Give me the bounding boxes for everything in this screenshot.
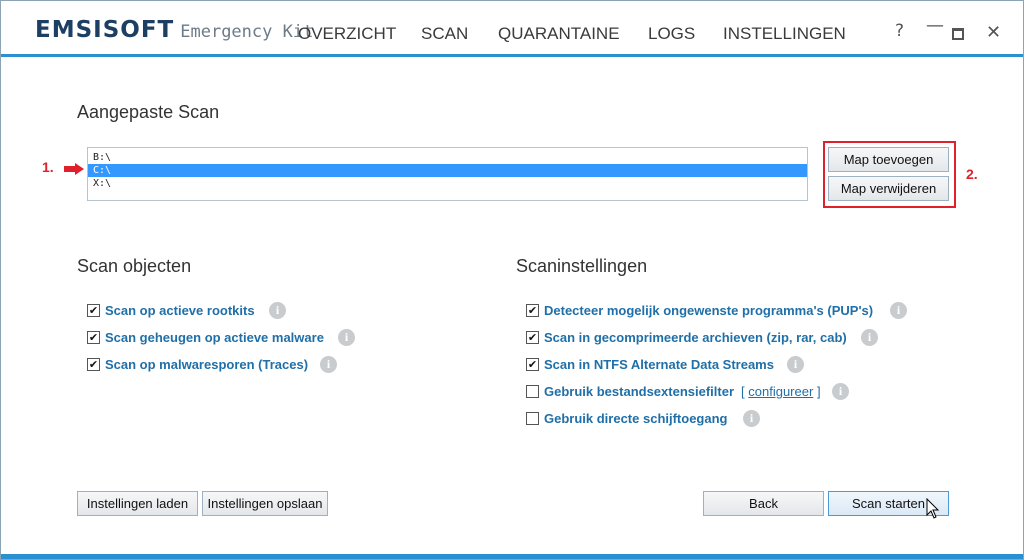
configure-link[interactable]: [ configureer ] [741, 384, 821, 399]
folder-item-x[interactable]: X:\ [88, 177, 807, 190]
pups-checkbox[interactable]: ✔ [526, 303, 539, 317]
folder-item-c[interactable]: C:\ [88, 164, 807, 177]
extension-filter-label[interactable]: Gebruik bestandsextensiefilter [544, 384, 734, 399]
info-icon[interactable]: i [320, 356, 337, 373]
mouse-cursor-icon [926, 498, 940, 519]
traces-checkbox[interactable]: ✔ [87, 357, 100, 371]
option-rootkits: ✔ Scan op actieve rootkits [87, 302, 255, 318]
scan-objects-title: Scan objecten [77, 256, 192, 276]
pups-label[interactable]: Detecteer mogelijk ongewenste programma'… [544, 303, 873, 318]
custom-scan-title: Aangepaste Scan [77, 102, 220, 122]
ads-checkbox[interactable]: ✔ [526, 357, 539, 371]
info-icon[interactable]: i [890, 302, 907, 319]
direct-disk-checkbox[interactable] [526, 411, 539, 425]
load-settings-button[interactable]: Instellingen laden [77, 491, 198, 516]
maximize-button[interactable] [952, 28, 964, 40]
tab-overzicht[interactable]: OVERZICHT [298, 24, 396, 44]
minimize-button[interactable]: — [926, 15, 944, 36]
title-bar: EMSISOFT Emergency Kit OVERZICHT SCAN QUA… [1, 1, 1023, 57]
tab-quarantaine[interactable]: QUARANTAINE [498, 24, 620, 44]
option-pups: ✔ Detecteer mogelijk ongewenste programm… [526, 302, 873, 318]
direct-disk-label[interactable]: Gebruik directe schijftoegang [544, 411, 728, 426]
rootkits-label[interactable]: Scan op actieve rootkits [105, 303, 255, 318]
annotation-arrow-icon [64, 163, 84, 175]
app-logo: EMSISOFT Emergency Kit [35, 17, 313, 43]
archives-label[interactable]: Scan in gecomprimeerde archieven (zip, r… [544, 330, 847, 345]
info-icon[interactable]: i [338, 329, 355, 346]
save-settings-button[interactable]: Instellingen opslaan [202, 491, 328, 516]
add-folder-button[interactable]: Map toevoegen [828, 147, 949, 172]
bottom-accent-bar [1, 554, 1023, 559]
info-icon[interactable]: i [861, 329, 878, 346]
ads-label[interactable]: Scan in NTFS Alternate Data Streams [544, 357, 774, 372]
option-memory: ✔ Scan geheugen op actieve malware [87, 329, 324, 345]
annotation-2-label: 2. [966, 166, 978, 182]
close-button[interactable]: ✕ [986, 22, 1001, 43]
traces-label[interactable]: Scan op malwaresporen (Traces) [105, 357, 308, 372]
annotation-1-label: 1. [42, 159, 54, 175]
option-ads: ✔ Scan in NTFS Alternate Data Streams [526, 356, 774, 372]
scan-settings-title: Scaninstellingen [516, 256, 648, 276]
memory-checkbox[interactable]: ✔ [87, 330, 100, 344]
back-button[interactable]: Back [703, 491, 824, 516]
help-button[interactable]: ? [895, 21, 904, 41]
option-archives: ✔ Scan in gecomprimeerde archieven (zip,… [526, 329, 847, 345]
option-extension-filter: Gebruik bestandsextensiefilter [ configu… [526, 383, 821, 399]
folder-item-b[interactable]: B:\ [88, 151, 807, 164]
product-name: Emergency Kit [180, 22, 314, 42]
folder-listbox[interactable]: B:\ C:\ X:\ [87, 147, 808, 201]
emsisoft-window: EMSISOFT Emergency Kit OVERZICHT SCAN QUA… [0, 0, 1024, 560]
info-icon[interactable]: i [787, 356, 804, 373]
tab-scan[interactable]: SCAN [421, 24, 468, 44]
extension-filter-checkbox[interactable] [526, 384, 539, 398]
option-traces: ✔ Scan op malwaresporen (Traces) [87, 356, 308, 372]
tab-logs[interactable]: LOGS [648, 24, 695, 44]
archives-checkbox[interactable]: ✔ [526, 330, 539, 344]
brand-name: EMSISOFT [35, 17, 175, 43]
option-direct-disk: Gebruik directe schijftoegang [526, 410, 728, 426]
info-icon[interactable]: i [269, 302, 286, 319]
memory-label[interactable]: Scan geheugen op actieve malware [105, 330, 324, 345]
remove-folder-button[interactable]: Map verwijderen [828, 176, 949, 201]
info-icon[interactable]: i [743, 410, 760, 427]
info-icon[interactable]: i [832, 383, 849, 400]
rootkits-checkbox[interactable]: ✔ [87, 303, 100, 317]
tab-instellingen[interactable]: INSTELLINGEN [723, 24, 846, 44]
